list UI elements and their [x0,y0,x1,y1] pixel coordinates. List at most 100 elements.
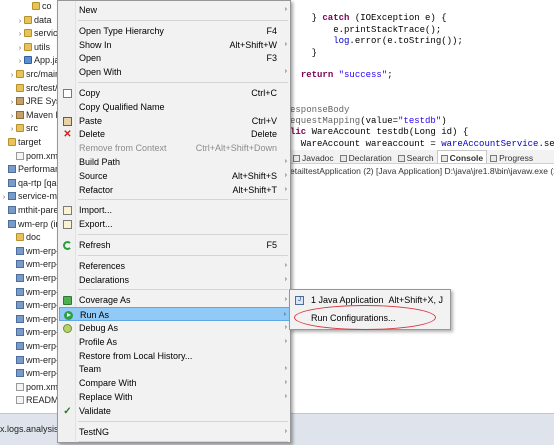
submenu-arrow-icon: › [284,185,287,193]
tree-item-maven-deper[interactable]: › Maven Deper [8,109,60,122]
tab-console[interactable]: Console [436,150,488,163]
tree-item-wm-erp-web[interactable]: wm-erp-web [8,367,60,380]
menu-item-refresh[interactable]: Refresh F5 [59,238,291,252]
menu-item-shortcut: Alt+Shift+T [232,184,277,195]
expand-arrow-icon[interactable]: › [16,42,24,55]
menu-item-copy-qualified-name[interactable]: Copy Qualified Name [59,100,291,114]
expand-arrow-icon[interactable]: › [16,55,24,68]
menu-item-delete[interactable]: ✕ Delete Delete [59,127,291,141]
javadoc-icon [293,155,300,162]
tree-item-pom-xml[interactable]: pom.xml [8,381,60,394]
tab-declaration[interactable]: Declaration [337,151,395,163]
code-line[interactable]: } [290,48,317,59]
menu-item-export[interactable]: Export... [59,217,291,231]
code-line[interactable]: e.printStackTrace(); [290,25,441,36]
tree-item-pom-xml[interactable]: pom.xml [8,150,60,163]
menu-item-run-as[interactable]: Run As › [59,307,291,322]
menu-item-copy[interactable]: Copy Ctrl+C [59,86,291,100]
expand-arrow-icon[interactable]: › [16,28,24,41]
menu-item-replace-with[interactable]: Replace With › [59,390,291,404]
code-line[interactable] [290,2,549,13]
menu-item-open-with[interactable]: Open With › [59,65,291,79]
code-line[interactable]: } catch (IOException e) { [290,13,447,24]
menu-item-source[interactable]: Source Alt+Shift+S › [59,169,291,183]
menu-item-validate[interactable]: ✓ Validate [59,404,291,418]
menu-item-paste[interactable]: Paste Ctrl+V [59,114,291,128]
menu-item-show-in[interactable]: Show In Alt+Shift+W › [59,38,291,52]
menu-item-debug-as[interactable]: Debug As › [59,321,291,335]
submenu-item-shortcut: Alt+Shift+X, J [388,295,443,305]
code-editor[interactable]: } catch (IOException e) { e.printStackTr… [290,0,554,148]
tree-item-wm-erp-in-dmal[interactable]: wm-erp (in dmal [0,218,60,231]
proj-icon [8,192,16,201]
code-line[interactable]: log.error(e.toString()); [290,36,463,47]
expand-arrow-icon[interactable]: › [8,110,16,123]
tree-item-jre-system-li[interactable]: › JRE System Li [8,95,60,108]
expand-arrow-icon[interactable]: › [8,96,16,109]
menu-item-profile-as[interactable]: Profile As › [59,335,291,349]
submenu-arrow-icon: › [284,379,287,387]
menu-item-import[interactable]: Import... [59,203,291,217]
expand-arrow-icon[interactable]: › [0,191,8,204]
code-line[interactable]: equestMapping(value="testdb") [290,116,447,127]
tree-item-co[interactable]: co [24,0,52,13]
menu-item-references[interactable]: References › [59,259,291,273]
tree-item-wm-erp-api[interactable]: wm-erp-api [ [8,245,60,258]
tree-item-doc[interactable]: doc [8,231,41,244]
menu-item-build-path[interactable]: Build Path › [59,155,291,169]
tree-item-wm-erp-servi[interactable]: wm-erp-servi [8,354,60,367]
tree-item-wm-erp-rest[interactable]: wm-erp-rest [ [8,340,60,353]
tree-item-src[interactable]: › src [8,122,38,135]
submenu-arrow-icon: › [284,68,287,76]
tree-item-wm-erp-doma[interactable]: wm-erp-doma [8,299,60,312]
tree-item-wm-erp-dafka[interactable]: wm-erp-dafka [8,272,60,285]
menu-item-label: Restore from Local History... [79,350,193,361]
console-launch-path: etailtestApplication (2) [Java Applicati… [290,166,554,176]
tab-search[interactable]: Search [395,151,437,163]
tree-item-service[interactable]: › service [16,27,60,40]
tree-item-utils[interactable]: › utils [16,41,50,54]
tree-item-src-test-java[interactable]: src/test/java [8,82,60,95]
expand-arrow-icon[interactable]: › [16,15,24,28]
tree-item-app-java[interactable]: ›App.java [16,54,60,67]
code-line[interactable]: esponseBody [290,105,349,116]
tree-item-wm-erp-job[interactable]: wm-erp-job [ [8,326,60,339]
expand-arrow-icon[interactable]: › [8,123,16,136]
menu-item-testng[interactable]: TestNG › [59,425,291,439]
menu-item-compare-with[interactable]: Compare With › [59,376,291,390]
tree-item-data[interactable]: › data [16,14,52,27]
menu-item-open[interactable]: Open F3 [59,51,291,65]
tree-item-wm-erp-dao[interactable]: wm-erp-dao [ [8,286,60,299]
tree-item-readme-md[interactable]: README.md [8,394,60,407]
tree-item-service-marke[interactable]: › service-marke [0,190,60,203]
submenu-arrow-icon: › [284,296,287,304]
menu-item-shortcut: F3 [266,53,277,64]
tab-javadoc[interactable]: Javadoc [290,151,337,163]
tree-item-label: doc [26,232,41,243]
code-line[interactable]: lic WareAccount testdb(Long id) { [290,127,468,138]
tree-item-performancetes[interactable]: PerformanceTes [0,163,60,176]
menu-item-label: Open With [79,67,122,78]
menu-item-remove-from-context[interactable]: Remove from Context Ctrl+Alt+Shift+Down [59,141,291,155]
tree-item-label: wm-erp-job [ [26,327,60,338]
tree-item-src-main-re[interactable]: › src/main/re [8,68,60,81]
menu-item-declarations[interactable]: Declarations › [59,273,291,287]
menu-item-open-type-hierarchy[interactable]: Open Type Hierarchy F4 [59,24,291,38]
code-line[interactable]: WareAccount wareaccount = wareAccountSer… [290,139,554,148]
menu-item-label: Source [79,170,108,181]
copy-icon [63,89,72,98]
menu-item-refactor[interactable]: Refactor Alt+Shift+T › [59,183,291,197]
code-line[interactable]: return "success"; [290,70,393,81]
menu-item-restore-from-local-history[interactable]: Restore from Local History... [59,349,291,363]
expand-arrow-icon[interactable]: › [8,69,16,82]
tree-item-wm-erp-gw[interactable]: wm-erp-gw [ [8,313,60,326]
tree-item-qa-rtp-qa-rtp[interactable]: qa-rtp [qa-rtp [0,177,60,190]
menu-item-new[interactable]: New › [59,3,291,17]
tree-item-mthit-parent-in[interactable]: mthit-parent (in [0,204,60,217]
tab-label: Search [406,153,434,163]
tree-item-target[interactable]: target [0,136,41,149]
menu-item-team[interactable]: Team › [59,362,291,376]
menu-item-coverage-as[interactable]: Coverage As › [59,293,291,307]
tab-progress[interactable]: Progress [487,151,536,163]
tree-item-wm-erp-comr[interactable]: wm-erp-comr [8,258,60,271]
